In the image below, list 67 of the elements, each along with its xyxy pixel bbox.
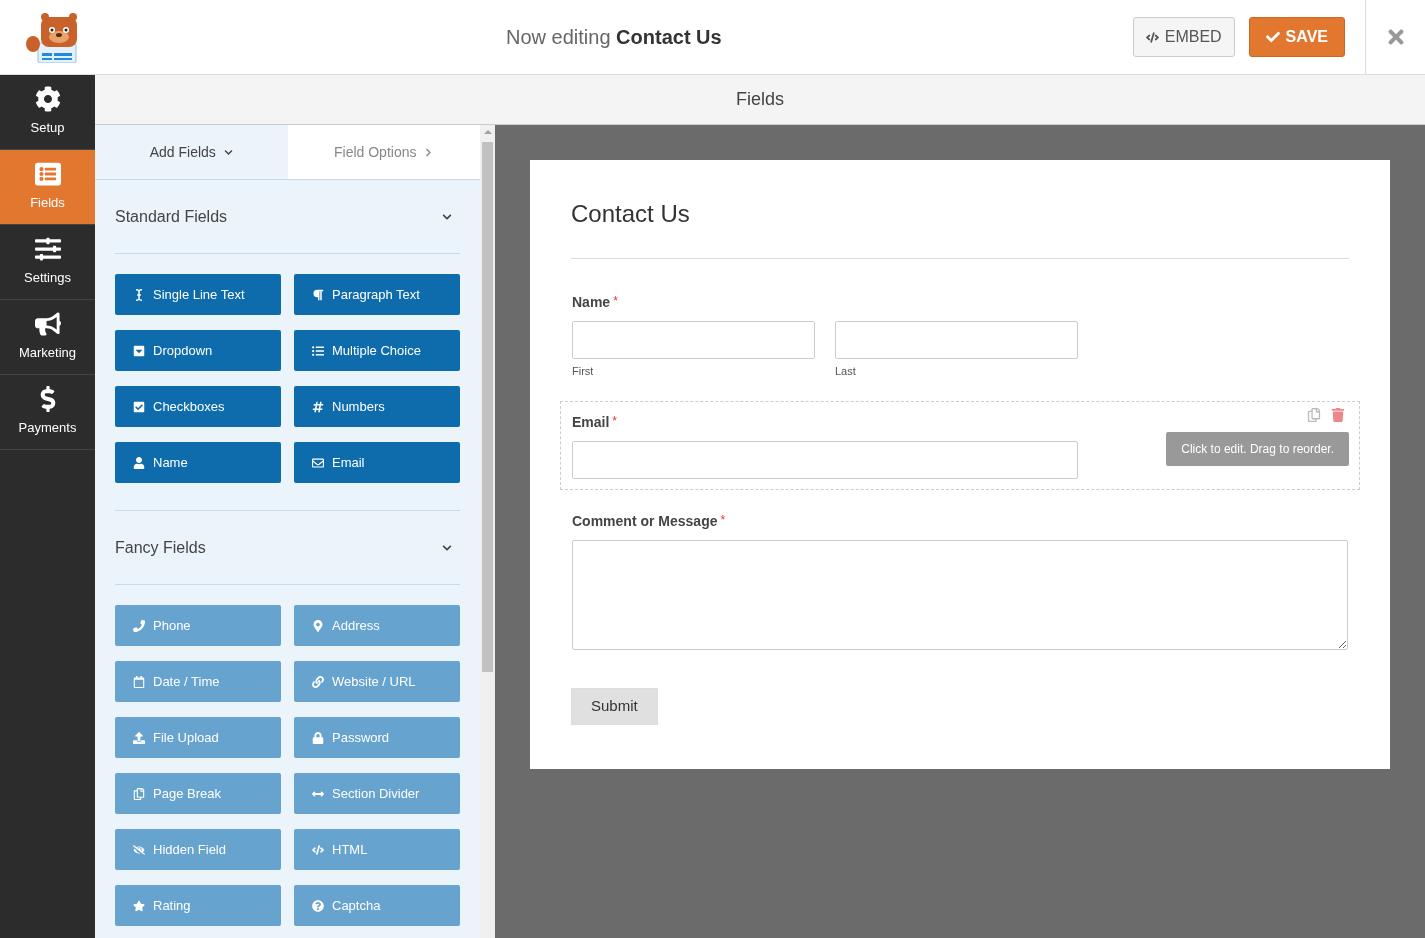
eye-slash-icon <box>133 843 145 856</box>
field-button[interactable]: Email <box>294 442 460 483</box>
sidebar-item[interactable]: Fields <box>0 150 95 225</box>
map-marker-icon <box>312 619 324 632</box>
phone-icon <box>133 619 145 632</box>
scrollbar-thumb[interactable] <box>482 142 493 672</box>
field-button[interactable]: Checkboxes <box>115 386 281 427</box>
field-button[interactable]: Dropdown <box>115 330 281 371</box>
field-button[interactable]: Multiple Choice <box>294 330 460 371</box>
question-icon <box>312 899 324 912</box>
required-asterisk: * <box>720 511 726 529</box>
megaphone-icon <box>34 311 61 338</box>
star-icon <box>133 899 145 912</box>
panel-tab[interactable]: Field Options <box>287 125 480 179</box>
embed-button[interactable]: EMBED <box>1132 17 1235 57</box>
required-asterisk: * <box>613 293 618 310</box>
required-asterisk: * <box>612 412 618 430</box>
edit-hint-tooltip: Click to edit. Drag to reorder. <box>1166 431 1349 466</box>
save-button[interactable]: SAVE <box>1248 17 1345 57</box>
field-button[interactable]: Name <box>115 442 281 483</box>
scroll-up-icon[interactable] <box>483 130 492 134</box>
check-icon <box>1265 30 1280 44</box>
form-title: Contact Us <box>571 196 1349 259</box>
chevron-down-icon <box>442 542 452 553</box>
calendar-icon <box>133 675 145 688</box>
duplicate-icon[interactable] <box>1307 407 1321 422</box>
trash-icon[interactable] <box>1331 407 1345 422</box>
form-field[interactable]: Comment or Message * <box>571 499 1349 668</box>
code-icon <box>312 843 324 856</box>
list-icon <box>312 344 324 357</box>
message-textarea[interactable] <box>572 539 1348 650</box>
chevron-down-icon <box>223 147 233 157</box>
settings-icon <box>34 86 61 113</box>
text-cursor-icon <box>133 288 145 301</box>
sliders-icon <box>34 236 61 263</box>
envelope-icon <box>312 456 324 469</box>
hash-icon <box>312 400 324 413</box>
sublabel: Last <box>835 364 857 379</box>
text-input[interactable] <box>572 321 815 359</box>
email-input[interactable] <box>572 440 1078 479</box>
paragraph-icon <box>312 288 324 301</box>
chevron-down-icon <box>442 211 452 222</box>
group-header[interactable]: Fancy Fields <box>115 511 460 585</box>
code-icon <box>1145 30 1159 44</box>
list-icon <box>34 161 61 188</box>
group-header[interactable]: Standard Fields <box>115 180 460 254</box>
field-button[interactable]: Single Line Text <box>115 274 281 315</box>
user-icon <box>133 456 145 469</box>
chevron-right-icon <box>424 147 434 157</box>
editing-title: Now editing Contact Us <box>506 26 722 48</box>
field-label: Name <box>572 293 611 312</box>
upload-icon <box>133 731 145 744</box>
copy-icon <box>133 787 145 800</box>
submit-button[interactable]: Submit <box>571 687 658 725</box>
form-field[interactable]: Name * First Last <box>571 281 1349 391</box>
link-icon <box>312 675 324 688</box>
field-label: Comment or Message <box>572 511 718 531</box>
text-input[interactable] <box>835 321 1078 359</box>
field-label: Email <box>572 412 610 432</box>
sublabel: First <box>572 364 595 379</box>
fields-topbar: Fields <box>95 75 1425 125</box>
form-field[interactable]: Email * Click to edit. Drag to reorder. <box>560 400 1360 490</box>
field-button[interactable]: Paragraph Text <box>294 274 460 315</box>
field-button[interactable]: Numbers <box>294 386 460 427</box>
dropdown-icon <box>133 344 145 357</box>
checkbox-icon <box>133 400 145 413</box>
lock-icon <box>312 731 324 744</box>
